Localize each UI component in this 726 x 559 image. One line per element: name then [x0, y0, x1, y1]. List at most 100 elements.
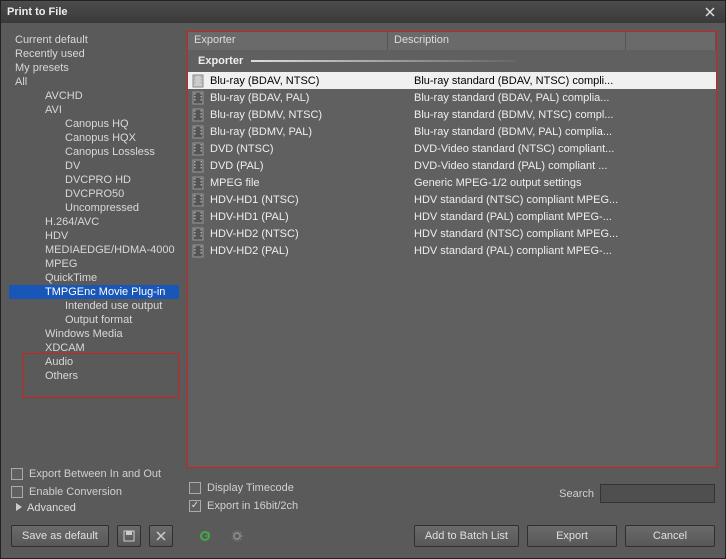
- close-icon: [705, 7, 715, 17]
- tree-item[interactable]: MEDIAEDGE/HDMA-4000: [9, 243, 179, 257]
- checkbox-icon: [11, 486, 23, 498]
- tree-item-label: All: [15, 76, 27, 88]
- refresh-icon: [198, 529, 212, 543]
- tree-item[interactable]: HDV: [9, 229, 179, 243]
- tree-item[interactable]: Canopus HQX: [9, 131, 179, 145]
- tree-item[interactable]: H.264/AVC: [9, 215, 179, 229]
- tree-item[interactable]: Output format: [9, 313, 179, 327]
- tree-item[interactable]: QuickTime: [9, 271, 179, 285]
- tree-item-label: TMPGEnc Movie Plug-in: [45, 286, 165, 298]
- tree-item[interactable]: MPEG: [9, 257, 179, 271]
- exporter-row[interactable]: Blu-ray (BDMV, PAL)Blu-ray standard (BDM…: [188, 123, 716, 140]
- row-desc: Generic MPEG-1/2 output settings: [408, 177, 716, 189]
- save-icon-button[interactable]: [117, 525, 141, 547]
- save-default-button[interactable]: Save as default: [11, 525, 109, 547]
- advanced-label: Advanced: [27, 502, 76, 514]
- advanced-toggle[interactable]: Advanced: [11, 498, 715, 522]
- delete-icon-button[interactable]: [149, 525, 173, 547]
- exporter-row[interactable]: Blu-ray (BDMV, NTSC)Blu-ray standard (BD…: [188, 106, 716, 123]
- tree-item[interactable]: Uncompressed: [9, 201, 179, 215]
- col-description[interactable]: Description: [388, 32, 626, 50]
- row-desc: HDV standard (PAL) compliant MPEG-...: [408, 245, 716, 257]
- film-icon: [188, 210, 208, 224]
- print-to-file-dialog: Print to File Current defaultRecently us…: [0, 0, 726, 559]
- close-button[interactable]: [701, 4, 719, 20]
- settings-icon-button[interactable]: [225, 525, 249, 547]
- row-name: HDV-HD1 (NTSC): [208, 194, 408, 206]
- add-to-batch-button[interactable]: Add to Batch List: [414, 525, 519, 547]
- tree-item[interactable]: AVI: [9, 103, 179, 117]
- group-header: Exporter: [188, 50, 716, 72]
- preset-tree[interactable]: Current defaultRecently usedMy presetsAl…: [9, 31, 179, 516]
- tree-item[interactable]: Audio: [9, 355, 179, 369]
- row-name: Blu-ray (BDAV, NTSC): [208, 75, 408, 87]
- tree-item[interactable]: Current default: [9, 33, 179, 47]
- row-name: Blu-ray (BDAV, PAL): [208, 92, 408, 104]
- tree-item[interactable]: Intended use output: [9, 299, 179, 313]
- tree-item-label: QuickTime: [45, 272, 97, 284]
- tree-item[interactable]: DVCPRO50: [9, 187, 179, 201]
- exporter-row[interactable]: Blu-ray (BDAV, NTSC)Blu-ray standard (BD…: [188, 72, 716, 89]
- tree-item[interactable]: XDCAM: [9, 341, 179, 355]
- film-icon: [188, 176, 208, 190]
- row-desc: Blu-ray standard (BDAV, NTSC) compli...: [408, 75, 716, 87]
- sidebar: Current defaultRecently usedMy presetsAl…: [9, 31, 179, 516]
- exporter-row[interactable]: MPEG fileGeneric MPEG-1/2 output setting…: [188, 174, 716, 191]
- tree-item[interactable]: DV: [9, 159, 179, 173]
- tree-item-label: Output format: [65, 314, 132, 326]
- chk-label: Export Between In and Out: [29, 468, 161, 480]
- exporter-row[interactable]: HDV-HD1 (PAL)HDV standard (PAL) complian…: [188, 208, 716, 225]
- tree-item-label: Others: [45, 370, 78, 382]
- row-desc: Blu-ray standard (BDAV, PAL) complia...: [408, 92, 716, 104]
- row-desc: Blu-ray standard (BDMV, NTSC) compl...: [408, 109, 716, 121]
- film-icon: [188, 91, 208, 105]
- row-name: Blu-ray (BDMV, PAL): [208, 126, 408, 138]
- col-tail[interactable]: [626, 32, 716, 50]
- row-desc: DVD-Video standard (PAL) compliant ...: [408, 160, 716, 172]
- exporter-row[interactable]: DVD (NTSC)DVD-Video standard (NTSC) comp…: [188, 140, 716, 157]
- window-title: Print to File: [7, 6, 701, 18]
- tree-item-label: Uncompressed: [65, 202, 139, 214]
- tree-item[interactable]: All: [9, 75, 179, 89]
- tree-item[interactable]: TMPGEnc Movie Plug-in: [9, 285, 179, 299]
- cancel-button[interactable]: Cancel: [625, 525, 715, 547]
- tree-item[interactable]: Canopus HQ: [9, 117, 179, 131]
- checkbox-icon: [189, 482, 201, 494]
- refresh-icon-button[interactable]: [193, 525, 217, 547]
- tree-item-label: AVI: [45, 104, 62, 116]
- film-icon: [188, 74, 208, 88]
- tree-item[interactable]: Windows Media: [9, 327, 179, 341]
- film-icon: [188, 108, 208, 122]
- exporter-row[interactable]: Blu-ray (BDAV, PAL)Blu-ray standard (BDA…: [188, 89, 716, 106]
- chk-display-timecode[interactable]: Display Timecode: [189, 482, 298, 494]
- tree-item[interactable]: DVCPRO HD: [9, 173, 179, 187]
- tree-item[interactable]: AVCHD: [9, 89, 179, 103]
- group-label: Exporter: [198, 55, 243, 67]
- tree-item[interactable]: Others: [9, 369, 179, 383]
- tree-item-label: AVCHD: [45, 90, 83, 102]
- film-icon: [188, 227, 208, 241]
- main-area: Exporter Description Exporter Blu-ray (B…: [187, 31, 717, 516]
- tree-item[interactable]: Canopus Lossless: [9, 145, 179, 159]
- film-icon: [188, 159, 208, 173]
- tree-item-label: MEDIAEDGE/HDMA-4000: [45, 244, 175, 256]
- row-desc: HDV standard (NTSC) compliant MPEG...: [408, 228, 716, 240]
- row-desc: HDV standard (PAL) compliant MPEG-...: [408, 211, 716, 223]
- exporter-rows[interactable]: Blu-ray (BDAV, NTSC)Blu-ray standard (BD…: [188, 72, 716, 467]
- exporter-row[interactable]: HDV-HD1 (NTSC)HDV standard (NTSC) compli…: [188, 191, 716, 208]
- tree-item-label: DV: [65, 160, 80, 172]
- exporter-row[interactable]: HDV-HD2 (NTSC)HDV standard (NTSC) compli…: [188, 225, 716, 242]
- exporter-row[interactable]: DVD (PAL)DVD-Video standard (PAL) compli…: [188, 157, 716, 174]
- tree-item[interactable]: Recently used: [9, 47, 179, 61]
- chk-enable-conversion[interactable]: Enable Conversion: [11, 486, 181, 498]
- export-button[interactable]: Export: [527, 525, 617, 547]
- film-icon: [188, 125, 208, 139]
- row-name: HDV-HD2 (NTSC): [208, 228, 408, 240]
- exporter-row[interactable]: HDV-HD2 (PAL)HDV standard (PAL) complian…: [188, 242, 716, 259]
- chk-export-between[interactable]: Export Between In and Out: [11, 468, 181, 480]
- tree-item-label: XDCAM: [45, 342, 85, 354]
- footer: Save as default Add to Batch List Export…: [1, 522, 725, 558]
- exporter-list-panel: Exporter Description Exporter Blu-ray (B…: [187, 31, 717, 468]
- col-exporter[interactable]: Exporter: [188, 32, 388, 50]
- tree-item[interactable]: My presets: [9, 61, 179, 75]
